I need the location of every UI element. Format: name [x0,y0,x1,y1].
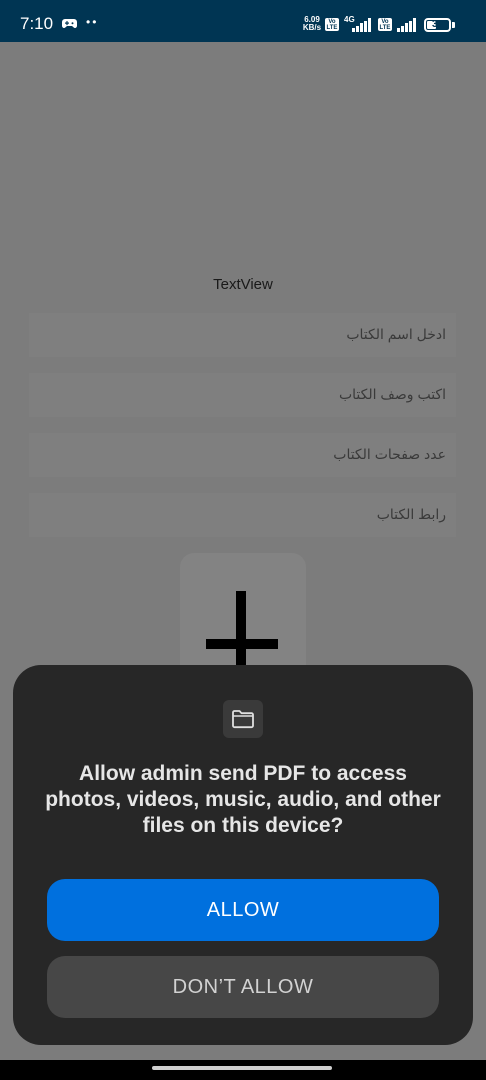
game-controller-icon [62,19,77,28]
status-time: 7:10 [20,14,54,33]
book-description-field[interactable]: اكتب وصف الكتاب [29,373,456,417]
dialog-message: Allow admin send PDF to access photos, v… [45,762,441,837]
folder-icon [232,710,254,729]
battery-icon: 39 [424,18,451,32]
book-pages-field[interactable]: عدد صفحات الكتاب [29,433,456,477]
battery-level: 39 [431,19,444,30]
dont-allow-button[interactable]: DON’T ALLOW [47,956,439,1018]
signal-icon [352,18,372,32]
permission-dialog: Allow admin send PDF to access photos, v… [13,665,473,1045]
battery-tip [452,22,455,28]
allow-button[interactable]: ALLOW [47,879,439,941]
add-pdf-button[interactable] [180,553,306,683]
folder-icon-box [223,700,263,738]
status-bar: 7:10 •• 6.09 KB/s Vo LTE 4G Vo LTE 39 [0,0,486,42]
plus-icon-bar [206,639,278,649]
navigation-bar [0,1060,486,1080]
signal-icon-2 [397,18,417,32]
plus-icon [236,591,246,666]
textview: TextView [213,276,273,293]
volte-icon: Vo LTE [325,18,339,31]
volte-icon-2: Vo LTE [378,18,392,31]
book-link-field[interactable]: رابط الكتاب [29,493,456,537]
network-speed: 6.09 KB/s [300,16,324,32]
home-gesture-handle[interactable] [152,1066,332,1070]
notification-dots: •• [86,15,99,29]
book-name-field[interactable]: ادخل اسم الكتاب [29,313,456,357]
speed-unit: KB/s [302,23,322,32]
